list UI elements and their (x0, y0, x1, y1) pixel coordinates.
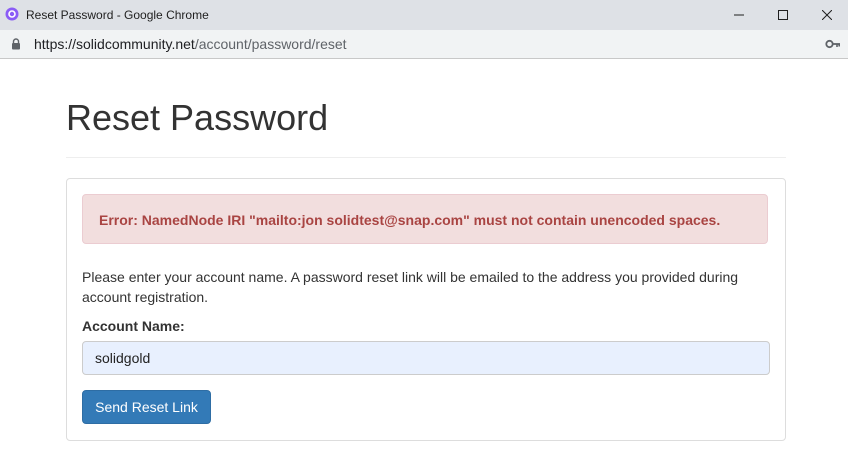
chrome-profile-icon (5, 7, 19, 21)
key-icon[interactable] (825, 38, 841, 50)
address-bar[interactable]: https://solidcommunity.net/account/passw… (0, 30, 848, 59)
maximize-button[interactable] (760, 0, 806, 30)
account-name-label: Account Name: (82, 318, 185, 334)
title-divider (66, 157, 786, 158)
window-title: Reset Password - Google Chrome (26, 8, 209, 22)
reset-form-panel: Error: NamedNode IRI "mailto:jon solidte… (66, 178, 786, 441)
help-text: Please enter your account name. A passwo… (82, 269, 739, 305)
account-name-input[interactable] (82, 341, 770, 375)
url-host: https://solidcommunity.net (34, 36, 195, 52)
minimize-icon (734, 14, 744, 16)
error-alert: Error: NamedNode IRI "mailto:jon solidte… (82, 194, 768, 244)
url-text[interactable]: https://solidcommunity.net/account/passw… (34, 30, 347, 58)
window-title-bar: Reset Password - Google Chrome (0, 0, 848, 30)
close-icon (822, 10, 832, 20)
close-button[interactable] (804, 0, 848, 30)
page-title: Reset Password (66, 97, 329, 138)
url-path: /account/password/reset (194, 36, 347, 52)
minimize-button[interactable] (716, 0, 762, 30)
send-reset-link-button[interactable]: Send Reset Link (82, 390, 211, 424)
maximize-icon (778, 10, 788, 20)
lock-icon[interactable] (11, 38, 21, 50)
